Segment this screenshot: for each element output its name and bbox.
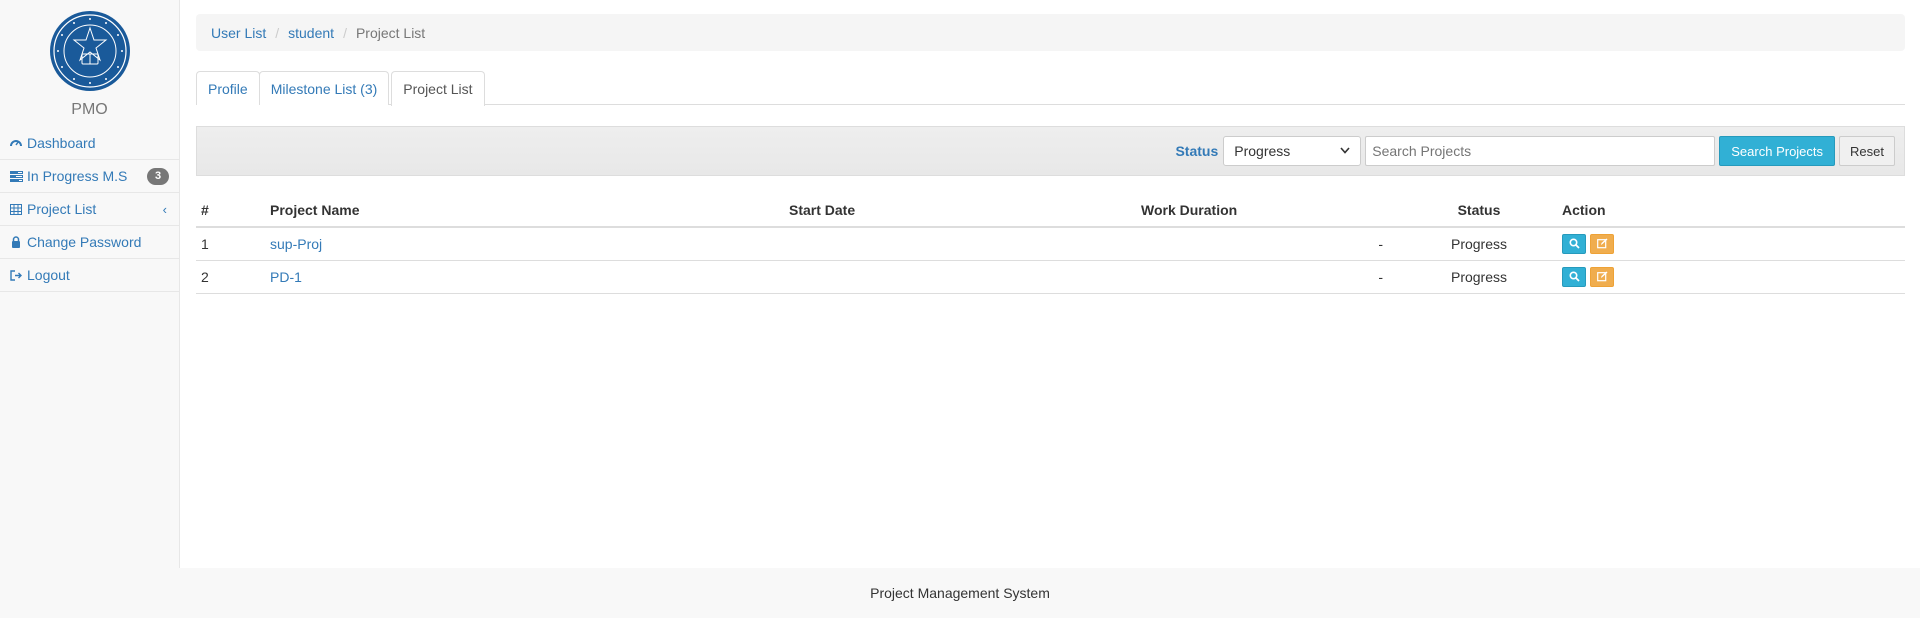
tab-profile[interactable]: Profile: [196, 71, 260, 105]
sidebar: PMO Dashboard In Progress M.S 3 Project …: [0, 0, 180, 568]
search-icon: [1568, 238, 1580, 249]
sidebar-item-change-password[interactable]: Change Password: [0, 226, 179, 259]
header-project-name: Project Name: [265, 194, 784, 228]
tab-project-list[interactable]: Project List: [391, 71, 485, 106]
view-button[interactable]: [1562, 233, 1586, 254]
brand-name: PMO: [71, 101, 108, 118]
project-name-link[interactable]: sup-Proj: [270, 236, 322, 252]
breadcrumb-user-list[interactable]: User List: [211, 25, 266, 41]
breadcrumb-student[interactable]: student: [288, 25, 334, 41]
sidebar-item-logout[interactable]: Logout: [0, 259, 179, 292]
status-select[interactable]: Progress: [1223, 136, 1362, 166]
breadcrumb-separator: /: [275, 24, 280, 41]
header-work-duration: Work Duration: [1136, 194, 1401, 228]
search-input[interactable]: [1365, 136, 1716, 166]
header-status: Status: [1401, 194, 1557, 228]
action-cell: [1557, 227, 1905, 261]
sidebar-item-label: In Progress M.S: [27, 168, 128, 184]
dashboard-icon: [9, 136, 23, 150]
tab-milestone-list[interactable]: Milestone List (3): [258, 71, 390, 105]
reset-button[interactable]: Reset: [1839, 136, 1895, 166]
sidebar-item-dashboard[interactable]: Dashboard: [0, 127, 179, 160]
row-number: 1: [196, 227, 265, 261]
project-name-link[interactable]: PD-1: [270, 269, 302, 285]
header-start-date: Start Date: [784, 194, 1136, 228]
start-date: [784, 260, 1136, 294]
status-text: Progress: [1401, 227, 1557, 261]
sidebar-item-project-list[interactable]: Project List ‹: [0, 193, 179, 226]
row-number: 2: [196, 260, 265, 294]
search-projects-button[interactable]: Search Projects: [1719, 136, 1836, 166]
view-button[interactable]: [1562, 266, 1586, 287]
sidebar-item-label: Logout: [27, 267, 70, 283]
table-row: 2 PD-1 - Progress: [196, 260, 1905, 294]
table-icon: [9, 202, 23, 216]
edit-button[interactable]: [1590, 266, 1614, 287]
projects-table: # Project Name Start Date Work Duration …: [196, 194, 1905, 294]
edit-icon: [1596, 271, 1607, 282]
footer-text: Project Management System: [870, 585, 1050, 601]
sign-out-icon: [9, 268, 23, 282]
table-row: 1 sup-Proj - Progress: [196, 227, 1905, 261]
edit-icon: [1596, 238, 1607, 249]
header-number: #: [196, 194, 265, 228]
logo: [0, 0, 179, 92]
header-action: Action: [1557, 194, 1905, 228]
status-select-value: Progress: [1234, 143, 1291, 159]
sidebar-item-in-progress[interactable]: In Progress M.S 3: [0, 160, 179, 193]
chevron-down-icon: [1340, 146, 1350, 157]
university-seal-icon: [49, 11, 130, 91]
footer: Project Management System: [0, 568, 1920, 618]
action-cell: [1557, 260, 1905, 294]
count-badge: 3: [147, 168, 169, 185]
status-text: Progress: [1401, 260, 1557, 294]
breadcrumb-separator: /: [343, 24, 347, 41]
filter-bar: Status Progress Search Projects Reset: [196, 126, 1905, 176]
tasks-icon: [9, 169, 23, 183]
breadcrumb: User List / student / Project List: [196, 14, 1905, 51]
tab-bar: Profile Milestone List (3) Project List: [196, 71, 1905, 106]
edit-button[interactable]: [1590, 233, 1614, 254]
chevron-left-icon: ‹: [162, 202, 167, 217]
work-duration: -: [1136, 260, 1401, 294]
search-icon: [1568, 271, 1580, 282]
work-duration: -: [1136, 227, 1401, 261]
breadcrumb-current: Project List: [355, 24, 426, 41]
main-content: User List / student / Project List Profi…: [196, 14, 1905, 294]
sidebar-item-label: Change Password: [27, 234, 142, 250]
sidebar-nav: Dashboard In Progress M.S 3 Project List…: [0, 127, 179, 292]
sidebar-item-label: Project List: [27, 201, 97, 217]
sidebar-item-label: Dashboard: [27, 135, 96, 151]
status-filter-label: Status: [1175, 143, 1219, 159]
table-header-row: # Project Name Start Date Work Duration …: [196, 194, 1905, 228]
start-date: [784, 227, 1136, 261]
lock-icon: [9, 235, 23, 249]
